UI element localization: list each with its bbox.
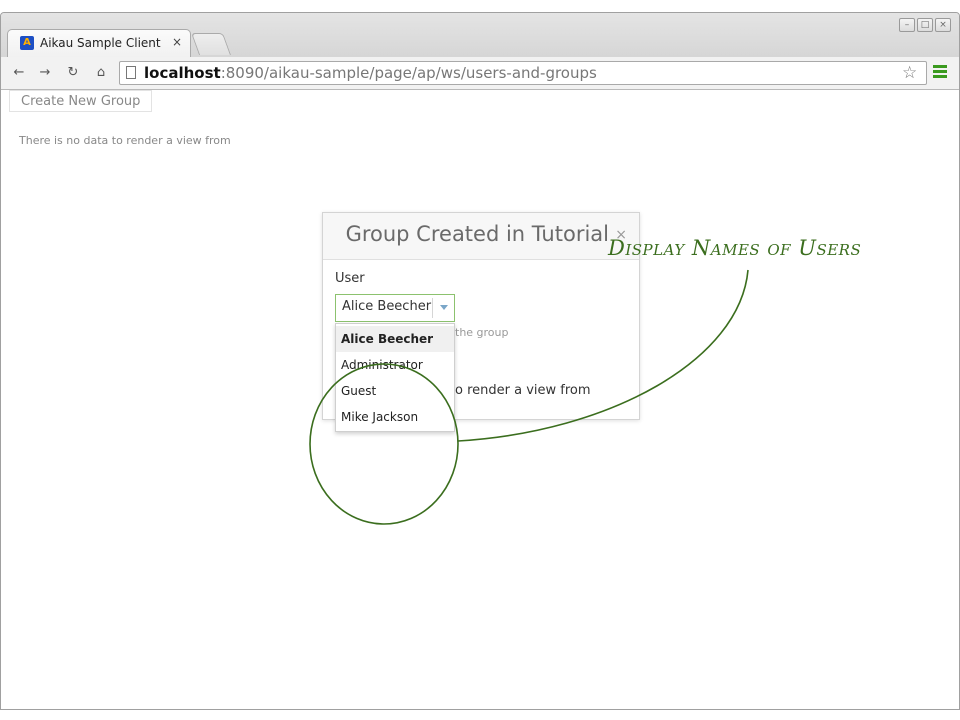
new-tab-button[interactable] — [190, 33, 232, 55]
page-icon — [126, 66, 136, 79]
user-select-value: Alice Beecher — [342, 299, 432, 314]
tab-aikau-sample-client[interactable]: A Aikau Sample Client × — [7, 29, 191, 57]
url-host: localhost — [144, 64, 221, 82]
favicon-icon: A — [20, 36, 34, 50]
dialog-header: Group Created in Tutorial × — [323, 213, 639, 260]
select-divider — [432, 298, 433, 318]
minimize-icon[interactable]: – — [899, 18, 915, 32]
chevron-down-icon[interactable] — [440, 305, 448, 310]
reload-icon[interactable]: ↻ — [63, 63, 83, 83]
tab-close-icon[interactable]: × — [172, 35, 182, 49]
empty-view-message: There is no data to render a view from — [19, 134, 231, 147]
browser-toolbar: ← → ↻ ⌂ localhost:8090/aikau-sample/page… — [1, 57, 959, 90]
dialog-empty-message: o render a view from — [455, 383, 591, 398]
hamburger-menu-icon[interactable] — [933, 65, 947, 79]
callout-label: Display Names of Users — [608, 236, 862, 260]
user-select[interactable]: Alice Beecher — [335, 294, 455, 322]
home-icon[interactable]: ⌂ — [91, 63, 111, 83]
url-text: localhost:8090/aikau-sample/page/ap/ws/u… — [144, 63, 597, 83]
maximize-icon[interactable]: □ — [917, 18, 933, 32]
window-close-icon[interactable]: × — [935, 18, 951, 32]
address-bar[interactable]: localhost:8090/aikau-sample/page/ap/ws/u… — [119, 61, 927, 85]
url-path: :8090/aikau-sample/page/ap/ws/users-and-… — [220, 64, 597, 82]
dialog-title: Group Created in Tutorial — [345, 222, 609, 246]
dropdown-option[interactable]: Administrator — [336, 352, 454, 378]
user-help-text: the group — [455, 326, 509, 339]
user-dropdown-menu: Alice Beecher Administrator Guest Mike J… — [335, 323, 455, 432]
back-arrow-icon[interactable]: ← — [9, 63, 29, 83]
star-icon[interactable]: ☆ — [902, 62, 917, 84]
create-new-group-button[interactable]: Create New Group — [9, 90, 153, 112]
dropdown-option[interactable]: Alice Beecher — [336, 326, 454, 352]
dropdown-option[interactable]: Mike Jackson — [336, 404, 454, 430]
tab-title: Aikau Sample Client — [40, 36, 161, 50]
user-field-label: User — [335, 271, 365, 286]
forward-arrow-icon[interactable]: → — [35, 63, 55, 83]
dropdown-option[interactable]: Guest — [336, 378, 454, 404]
screenshot-stage: A Aikau Sample Client × – □ × ← → ↻ ⌂ lo… — [0, 0, 960, 720]
tab-strip: A Aikau Sample Client × – □ × — [1, 13, 959, 57]
